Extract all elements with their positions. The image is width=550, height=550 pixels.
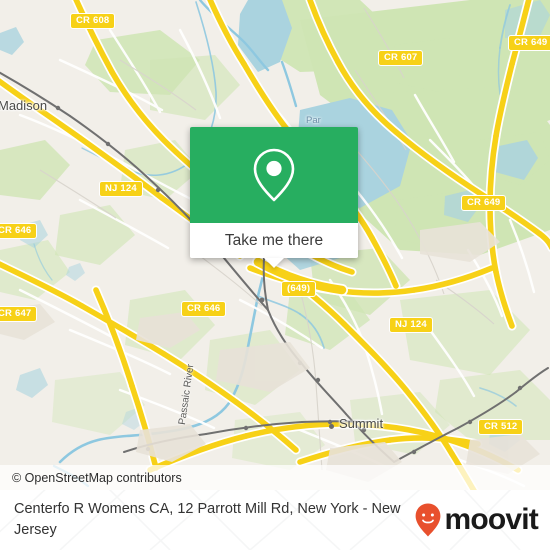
take-me-there-label: Take me there bbox=[224, 231, 324, 249]
footer-bar: Centerfo R Womens CA, 12 Parrott Mill Rd… bbox=[0, 490, 550, 550]
moovit-brand[interactable]: moovit bbox=[415, 503, 539, 537]
osm-attribution-text[interactable]: © OpenStreetMap contributors bbox=[12, 471, 182, 485]
road-shield: CR 512 bbox=[478, 419, 524, 435]
moovit-wordmark: moovit bbox=[444, 503, 538, 536]
road-shield: CR 649 bbox=[461, 195, 507, 211]
place-dot-summit bbox=[329, 424, 334, 429]
road-shield: CR 649 bbox=[508, 35, 550, 51]
road-shield: (649) bbox=[281, 281, 317, 297]
road-shield: CR 647 bbox=[0, 306, 38, 322]
road-shield: CR 646 bbox=[0, 223, 38, 239]
popup-pointer bbox=[264, 258, 284, 268]
take-me-there-button[interactable]: Take me there bbox=[190, 223, 358, 258]
water-label: Par bbox=[306, 115, 321, 126]
moovit-pin-icon bbox=[416, 503, 441, 537]
map-attribution-bar: © OpenStreetMap contributors bbox=[0, 465, 550, 490]
location-title: Centerfo R Womens CA, 12 Parrott Mill Rd… bbox=[14, 501, 401, 538]
road-shield: NJ 124 bbox=[99, 181, 143, 197]
road-shield: NJ 124 bbox=[389, 317, 433, 333]
map-popup[interactable]: Take me there bbox=[190, 127, 358, 268]
map-canvas[interactable]: CR 608 CR 607 CR 649 NJ 124 CR 649 CR 64… bbox=[0, 0, 550, 490]
map-pin-icon bbox=[253, 148, 295, 202]
road-shield: CR 607 bbox=[378, 50, 424, 66]
road-shield: CR 646 bbox=[181, 301, 227, 317]
road-shield: CR 608 bbox=[70, 13, 116, 29]
place-label-summit: Summit bbox=[339, 416, 384, 431]
place-label-madison: Madison bbox=[0, 98, 48, 113]
popup-image-placeholder bbox=[190, 127, 358, 223]
